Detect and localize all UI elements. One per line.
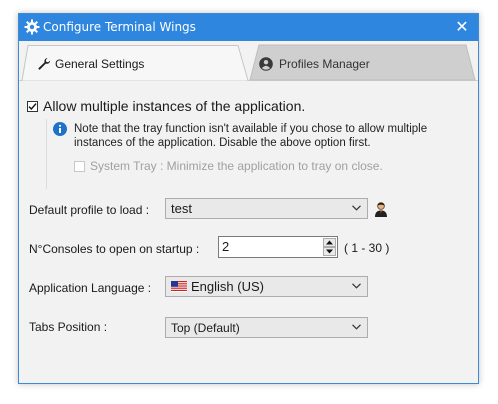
multi-instances-checkbox[interactable]: Allow multiple instances of the applicat… [27,98,337,116]
wrench-icon [38,58,51,70]
triangle-up-icon [326,240,333,245]
language-label: Application Language : [29,281,152,295]
consoles-range: ( 1 - 30 ) [344,241,390,255]
close-button[interactable]: ✕ [452,16,472,38]
info-icon [53,122,67,136]
consoles-stepper[interactable]: 2 [218,236,338,258]
user-circle-icon [259,57,273,71]
title-bar: Configure Terminal Wings ✕ [19,14,478,41]
info-note-text: Note that the tray function isn't availa… [74,122,427,150]
default-profile-value: test [171,201,192,216]
consoles-value: 2 [222,239,230,254]
tab-general-settings-label: General Settings [55,57,145,71]
chevron-down-icon [352,205,361,211]
settings-window: Configure Terminal Wings ✕ General Setti… [18,13,479,384]
checkmark-icon [28,103,37,111]
checkbox-box [27,101,38,112]
user-profile-icon[interactable] [373,201,389,217]
spin-up-button[interactable] [323,238,336,247]
default-profile-label: Default profile to load : [29,203,150,217]
tabs-position-value: Top (Default) [171,321,240,335]
tabs-position-label: Tabs Position : [29,320,108,334]
spin-down-button[interactable] [323,247,336,256]
window-title: Configure Terminal Wings [43,20,196,34]
chevron-down-icon [352,283,361,289]
language-select[interactable]: English (US) [165,276,368,297]
tab-strip: General Settings Profiles Manager [19,41,478,81]
close-icon: ✕ [455,17,469,36]
tabs-position-select[interactable]: Top (Default) [165,317,368,338]
default-profile-select[interactable]: test [165,198,368,219]
general-settings-panel: Allow multiple instances of the applicat… [19,81,478,383]
consoles-label: N°Consoles to open on startup : [29,242,200,256]
triangle-down-icon [326,249,333,254]
tab-profiles-manager-label: Profiles Manager [279,57,370,71]
checkbox-box [74,161,85,172]
system-tray-checkbox[interactable]: System Tray : Minimize the application t… [74,159,434,175]
us-flag-icon [171,281,187,292]
info-note-line: Note that the tray function isn't availa… [74,123,428,135]
chevron-down-icon [352,324,361,330]
gear-icon [24,19,40,35]
multi-instances-label: Allow multiple instances of the applicat… [43,98,306,114]
info-note: Note that the tray function isn't availa… [46,119,477,189]
system-tray-label: System Tray : Minimize the application t… [90,159,383,173]
info-note-line: instances of the application. Disable th… [74,137,371,149]
language-value: English (US) [191,279,264,294]
